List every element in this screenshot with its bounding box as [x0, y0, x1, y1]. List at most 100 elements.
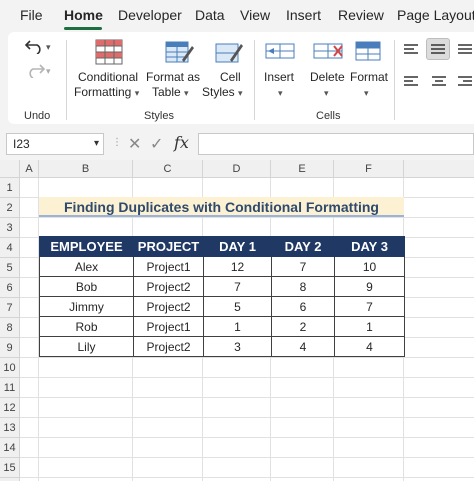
- format-as-table-label-2: Table ▾: [152, 85, 189, 99]
- table-cell[interactable]: 6: [271, 296, 335, 317]
- format-as-table-icon: [165, 41, 194, 63]
- cell-styles-label-1: Cell: [220, 70, 241, 84]
- column-header-f[interactable]: F: [334, 160, 404, 178]
- table-cell[interactable]: 2: [271, 316, 335, 337]
- insert-function-icon[interactable]: fx: [174, 133, 189, 152]
- align-middle-button[interactable]: [426, 38, 450, 60]
- header-day2[interactable]: DAY 2: [271, 236, 335, 257]
- tab-file[interactable]: File: [20, 7, 43, 23]
- group-separator: [66, 40, 67, 120]
- row-header[interactable]: 1: [0, 178, 20, 198]
- tab-home[interactable]: Home: [64, 7, 103, 23]
- table-cell[interactable]: 4: [334, 336, 405, 357]
- table-cell[interactable]: Project2: [133, 296, 204, 317]
- column-header-b[interactable]: B: [39, 160, 133, 178]
- redo-dropdown-icon[interactable]: ▾: [46, 64, 51, 79]
- name-box[interactable]: I23 ▾: [6, 133, 104, 155]
- row-header[interactable]: 5: [0, 258, 20, 278]
- format-cells-icon: [355, 41, 381, 61]
- styles-group-label: Styles: [144, 110, 174, 122]
- spreadsheet-grid: A B C D E F 12345678910111213141516 Find…: [0, 160, 474, 481]
- table-cell[interactable]: Bob: [39, 276, 134, 297]
- row-header[interactable]: 14: [0, 438, 20, 458]
- row-header[interactable]: 11: [0, 378, 20, 398]
- row-header[interactable]: 6: [0, 278, 20, 298]
- table-cell[interactable]: Alex: [39, 256, 134, 277]
- more-options-icon[interactable]: ⋮: [112, 137, 122, 148]
- select-all-corner[interactable]: [0, 160, 20, 178]
- table-cell[interactable]: 10: [334, 256, 405, 277]
- column-header-d[interactable]: D: [203, 160, 271, 178]
- table-row: Bob Project2 7 8 9: [39, 276, 405, 297]
- align-bottom-icon[interactable]: [456, 42, 474, 56]
- formula-bar: I23 ▾ ⋮ ✕ ✓ fx: [0, 128, 474, 160]
- table-cell[interactable]: Project2: [133, 276, 204, 297]
- gridline-horizontal: [20, 217, 474, 218]
- align-top-left-icon[interactable]: [402, 42, 420, 56]
- table-cell[interactable]: 12: [203, 256, 272, 277]
- enter-icon[interactable]: ✓: [150, 134, 163, 154]
- table-cell[interactable]: Lily: [39, 336, 134, 357]
- align-center-icon[interactable]: [430, 74, 448, 88]
- row-header[interactable]: 4: [0, 238, 20, 258]
- table-cell[interactable]: 7: [271, 256, 335, 277]
- tab-insert[interactable]: Insert: [286, 7, 321, 23]
- table-row: Rob Project1 1 2 1: [39, 316, 405, 337]
- delete-cells-label: Delete: [310, 70, 345, 84]
- table-cell[interactable]: Project2: [133, 336, 204, 357]
- table-cell[interactable]: Project1: [133, 316, 204, 337]
- header-employee[interactable]: EMPLOYEE: [39, 236, 134, 257]
- undo-dropdown-icon[interactable]: ▾: [46, 40, 51, 55]
- undo-icon[interactable]: [24, 38, 46, 54]
- tab-data[interactable]: Data: [195, 7, 225, 23]
- table-cell[interactable]: 8: [271, 276, 335, 297]
- row-header[interactable]: 10: [0, 358, 20, 378]
- column-header-a[interactable]: A: [20, 160, 39, 178]
- conditional-formatting-icon: [95, 39, 123, 65]
- row-header[interactable]: 9: [0, 338, 20, 358]
- format-as-table-label-1: Format as: [146, 70, 201, 84]
- row-header[interactable]: 8: [0, 318, 20, 338]
- ribbon: ▾ ▾ Undo Conditional Formatting ▾ Format…: [0, 32, 474, 128]
- column-header-g[interactable]: [404, 160, 474, 178]
- row-header[interactable]: 2: [0, 198, 20, 218]
- column-header-e[interactable]: E: [271, 160, 334, 178]
- row-header[interactable]: 13: [0, 418, 20, 438]
- table-cell[interactable]: 1: [203, 316, 272, 337]
- table-cell[interactable]: 7: [203, 276, 272, 297]
- table-cell[interactable]: Rob: [39, 316, 134, 337]
- table-cell[interactable]: Project1: [133, 256, 204, 277]
- header-day3[interactable]: DAY 3: [334, 236, 405, 257]
- row-header[interactable]: 7: [0, 298, 20, 318]
- cells-group-label: Cells: [316, 110, 341, 122]
- table-cell[interactable]: Jimmy: [39, 296, 134, 317]
- table-cell[interactable]: 7: [334, 296, 405, 317]
- header-project[interactable]: PROJECT: [133, 236, 204, 257]
- table-cell[interactable]: 9: [334, 276, 405, 297]
- align-right-icon[interactable]: [456, 74, 474, 88]
- gridline-horizontal: [20, 417, 474, 418]
- ribbon-panel: ▾ ▾ Undo Conditional Formatting ▾ Format…: [8, 32, 474, 124]
- chevron-down-icon[interactable]: ▾: [94, 138, 99, 149]
- table-cell[interactable]: 3: [203, 336, 272, 357]
- group-separator: [394, 40, 395, 120]
- sheet-title[interactable]: Finding Duplicates with Conditional Form…: [39, 197, 404, 217]
- table-cell[interactable]: 1: [334, 316, 405, 337]
- header-day1[interactable]: DAY 1: [203, 236, 272, 257]
- table-cell[interactable]: 5: [203, 296, 272, 317]
- tab-page-layout[interactable]: Page Layout: [397, 7, 474, 23]
- column-header-c[interactable]: C: [133, 160, 203, 178]
- gridline-horizontal: [20, 457, 474, 458]
- row-header[interactable]: 3: [0, 218, 20, 238]
- row-header[interactable]: 15: [0, 458, 20, 478]
- formula-input[interactable]: [198, 133, 474, 155]
- cancel-icon[interactable]: ✕: [128, 134, 141, 154]
- redo-icon[interactable]: [24, 62, 46, 78]
- table-cell[interactable]: 4: [271, 336, 335, 357]
- tab-view[interactable]: View: [240, 7, 270, 23]
- tab-review[interactable]: Review: [338, 7, 384, 23]
- align-left-icon[interactable]: [402, 74, 420, 88]
- tab-developer[interactable]: Developer: [118, 7, 182, 23]
- align-middle-icon: [431, 44, 445, 54]
- row-header[interactable]: 12: [0, 398, 20, 418]
